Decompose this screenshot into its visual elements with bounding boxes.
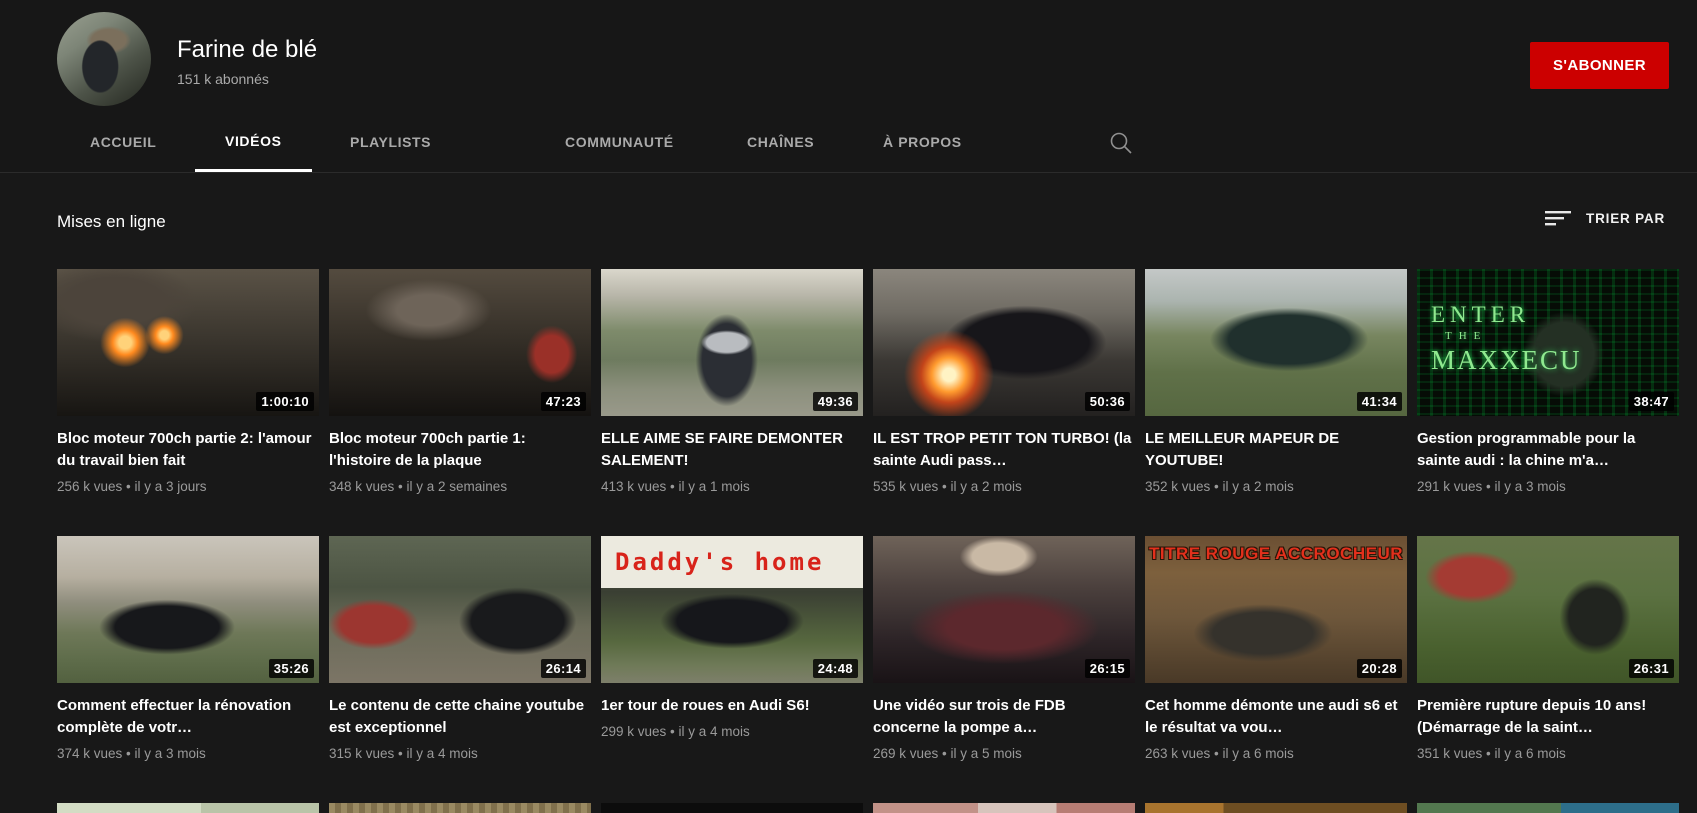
video-duration-badge: 41:34 (1356, 392, 1402, 411)
video-meta: 352 k vues • il y a 2 mois (1145, 479, 1294, 494)
video-card[interactable]: Daddy's home 24:48 1er tour de roues en … (601, 536, 863, 761)
overlay-line: Daddy's home (615, 548, 825, 576)
tab-videos[interactable]: VIDÉOS (195, 112, 312, 172)
channel-name: Farine de blé (177, 36, 318, 63)
video-title[interactable]: Gestion programmable pour la sainte audi… (1417, 428, 1679, 472)
video-meta: 315 k vues • il y a 4 mois (329, 746, 478, 761)
video-thumbnail[interactable]: 47:23 (329, 269, 591, 416)
video-duration-badge: 49:36 (812, 392, 858, 411)
video-duration-badge: 26:15 (1084, 659, 1130, 678)
video-thumbnail-partial[interactable] (329, 803, 591, 813)
section-title: Mises en ligne (57, 212, 166, 231)
video-duration-badge: 24:48 (812, 659, 858, 678)
video-thumbnail[interactable]: 26:15 (873, 536, 1135, 683)
video-duration-badge: 1:00:10 (256, 392, 314, 411)
tab-playlists[interactable]: PLAYLISTS (320, 112, 461, 172)
video-card[interactable]: TITRE ROUGE ACCROCHEUR 20:28 Cet homme d… (1145, 536, 1407, 761)
video-thumbnail[interactable]: 26:14 (329, 536, 591, 683)
channel-avatar[interactable] (57, 12, 151, 106)
thumbnail-overlay-text: ENTER THE MAXXECU (1431, 303, 1582, 374)
video-card[interactable]: 35:26 Comment effectuer la rénovation co… (57, 536, 319, 761)
tab-chaines[interactable]: CHAÎNES (717, 112, 844, 172)
video-thumbnail[interactable]: 26:31 (1417, 536, 1679, 683)
video-duration-badge: 50:36 (1084, 392, 1130, 411)
video-title[interactable]: Cet homme démonte une audi s6 et le résu… (1145, 695, 1407, 739)
video-thumbnail-partial[interactable] (601, 803, 863, 813)
video-meta: 535 k vues • il y a 2 mois (873, 479, 1022, 494)
video-meta: 413 k vues • il y a 1 mois (601, 479, 750, 494)
video-duration-badge: 38:47 (1628, 392, 1674, 411)
video-title[interactable]: LE MEILLEUR MAPEUR DE YOUTUBE! (1145, 428, 1407, 472)
video-duration-badge: 26:14 (540, 659, 586, 678)
thumbnail-overlay-text: Daddy's home (601, 536, 863, 588)
video-thumbnail[interactable]: 50:36 (873, 269, 1135, 416)
video-meta: 351 k vues • il y a 6 mois (1417, 746, 1566, 761)
video-meta: 256 k vues • il y a 3 jours (57, 479, 207, 494)
tab-accueil[interactable]: ACCUEIL (60, 112, 186, 172)
video-meta: 348 k vues • il y a 2 semaines (329, 479, 508, 494)
video-card[interactable]: 49:36 ELLE AIME SE FAIRE DEMONTER SALEME… (601, 269, 863, 494)
video-thumbnail-partial[interactable] (873, 803, 1135, 813)
video-thumbnail-partial[interactable] (1417, 803, 1679, 813)
channel-tabbar: ACCUEIL VIDÉOS PLAYLISTS COMMUNAUTÉ CHAÎ… (0, 112, 1697, 173)
thumbnail-overlay-text: TITRE ROUGE ACCROCHEUR (1148, 544, 1404, 563)
subscribe-button[interactable]: S'ABONNER (1530, 42, 1669, 89)
video-duration-badge: 35:26 (268, 659, 314, 678)
sort-lines-icon (1545, 211, 1572, 226)
video-title[interactable]: Une vidéo sur trois de FDB concerne la p… (873, 695, 1135, 739)
video-meta: 269 k vues • il y a 5 mois (873, 746, 1022, 761)
video-title[interactable]: 1er tour de roues en Audi S6! (601, 695, 863, 717)
channel-header: Farine de blé 151 k abonnés S'ABONNER (0, 0, 1697, 112)
video-thumbnail[interactable]: TITRE ROUGE ACCROCHEUR 20:28 (1145, 536, 1407, 683)
video-thumbnail[interactable]: 41:34 (1145, 269, 1407, 416)
tab-communaute[interactable]: COMMUNAUTÉ (535, 112, 704, 172)
video-card[interactable]: ENTER THE MAXXECU 38:47 Gestion programm… (1417, 269, 1679, 494)
video-meta: 299 k vues • il y a 4 mois (601, 724, 750, 739)
video-title[interactable]: Première rupture depuis 10 ans! (Démarra… (1417, 695, 1679, 739)
sort-label: TRIER PAR (1586, 210, 1665, 226)
video-title[interactable]: ELLE AIME SE FAIRE DEMONTER SALEMENT! (601, 428, 863, 472)
overlay-line: THE (1445, 330, 1488, 342)
video-title[interactable]: IL EST TROP PETIT TON TURBO! (la sainte … (873, 428, 1135, 472)
search-icon[interactable] (1108, 130, 1134, 156)
video-thumbnail[interactable]: Daddy's home 24:48 (601, 536, 863, 683)
overlay-line: ENTER (1431, 302, 1531, 327)
video-meta: 263 k vues • il y a 6 mois (1145, 746, 1294, 761)
video-thumbnail[interactable]: 49:36 (601, 269, 863, 416)
video-meta: 291 k vues • il y a 3 mois (1417, 479, 1566, 494)
video-thumbnail[interactable]: 1:00:10 (57, 269, 319, 416)
video-duration-badge: 26:31 (1628, 659, 1674, 678)
video-title[interactable]: Le contenu de cette chaine youtube est e… (329, 695, 591, 739)
overlay-line: MAXXECU (1431, 345, 1582, 375)
video-card[interactable]: 26:15 Une vidéo sur trois de FDB concern… (873, 536, 1135, 761)
video-card[interactable]: 47:23 Bloc moteur 700ch partie 1: l'hist… (329, 269, 591, 494)
video-duration-badge: 20:28 (1356, 659, 1402, 678)
subscriber-count: 151 k abonnés (177, 71, 269, 87)
video-duration-badge: 47:23 (540, 392, 586, 411)
video-card[interactable]: 26:14 Le contenu de cette chaine youtube… (329, 536, 591, 761)
video-card[interactable]: 50:36 IL EST TROP PETIT TON TURBO! (la s… (873, 269, 1135, 494)
video-title[interactable]: Bloc moteur 700ch partie 2: l'amour du t… (57, 428, 319, 472)
video-thumbnail-partial[interactable] (1145, 803, 1407, 813)
video-meta: 374 k vues • il y a 3 mois (57, 746, 206, 761)
video-card[interactable]: 1:00:10 Bloc moteur 700ch partie 2: l'am… (57, 269, 319, 494)
sort-button[interactable]: TRIER PAR (1545, 209, 1665, 227)
tab-a-propos[interactable]: À PROPOS (853, 112, 992, 172)
video-card[interactable]: 41:34 LE MEILLEUR MAPEUR DE YOUTUBE! 352… (1145, 269, 1407, 494)
video-grid: 1:00:10 Bloc moteur 700ch partie 2: l'am… (57, 269, 1679, 813)
video-thumbnail[interactable]: 35:26 (57, 536, 319, 683)
video-title[interactable]: Comment effectuer la rénovation complète… (57, 695, 319, 739)
video-thumbnail[interactable]: ENTER THE MAXXECU 38:47 (1417, 269, 1679, 416)
video-title[interactable]: Bloc moteur 700ch partie 1: l'histoire d… (329, 428, 591, 472)
video-card[interactable]: 26:31 Première rupture depuis 10 ans! (D… (1417, 536, 1679, 761)
video-thumbnail-partial[interactable] (57, 803, 319, 813)
